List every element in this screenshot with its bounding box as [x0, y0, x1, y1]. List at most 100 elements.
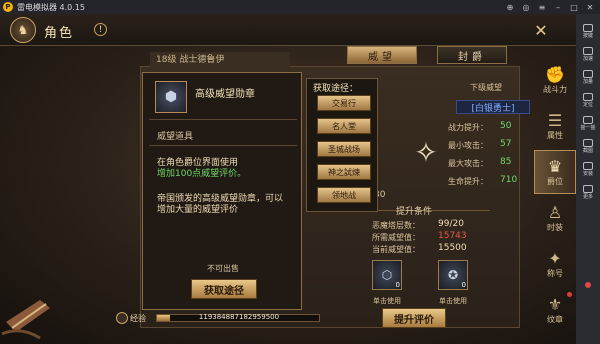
- nav-attributes[interactable]: ☰ 属性: [534, 104, 576, 148]
- volume-icon: [583, 70, 593, 78]
- emu-sidebar-more[interactable]: 更多: [576, 181, 600, 204]
- slot-count: 0: [461, 281, 466, 289]
- notification-dot: [567, 292, 572, 297]
- item-name: 高级威望勋章: [195, 89, 255, 100]
- nav-rank[interactable]: ♛ 爵位: [534, 150, 576, 194]
- nav-label: 时装: [547, 222, 563, 232]
- nav-combat-power[interactable]: ✊ 战斗力: [534, 58, 576, 102]
- emu-sidebar-screenshot[interactable]: 截图: [576, 135, 600, 158]
- nav-label: 属性: [547, 130, 563, 140]
- fashion-icon: ♙: [547, 202, 563, 222]
- promote-button[interactable]: 提升评价: [382, 308, 446, 328]
- emulator-titlebar: P 雷电模拟器 4.0.15 ⊕ ◎ ≡ – □ ✕: [0, 0, 600, 14]
- silver-medal-icon: ⬡: [381, 268, 393, 282]
- experience-value: 119384887182959500: [198, 313, 280, 321]
- nav-label: 爵位: [547, 176, 563, 186]
- next-rank-label: 下级威望: [470, 83, 502, 92]
- gamepad-icon[interactable]: ⊕: [504, 2, 516, 12]
- minimize-icon[interactable]: –: [552, 2, 564, 12]
- fist-icon: ✊: [545, 64, 565, 84]
- emu-sidebar-volume[interactable]: 加量: [576, 66, 600, 89]
- medal-slot-silver[interactable]: ⬡ 0: [372, 260, 402, 290]
- emu-sidebar-location[interactable]: 定位: [576, 89, 600, 112]
- nav-label: 称号: [547, 268, 563, 278]
- nav-titles[interactable]: ✦ 称号: [534, 242, 576, 286]
- condition-value: 99/20: [438, 219, 464, 229]
- emu-sidebar-speed[interactable]: 加速: [576, 43, 600, 66]
- emulator-sidebar: 按键 加速 加量 定位 摇一摇 截图 安装 更多: [576, 14, 600, 344]
- emu-sidebar-record[interactable]: [576, 274, 600, 297]
- emulator-window-controls: ⊕ ◎ ≡ – □ ✕: [504, 0, 600, 14]
- slot-count: 0: [395, 281, 400, 289]
- route-button-auction[interactable]: 交易行: [317, 95, 371, 111]
- avatar[interactable]: ♞: [10, 17, 36, 43]
- record-icon: [585, 282, 591, 288]
- stat-label: 战力提升：: [448, 123, 488, 132]
- emblem-icon: ⚜: [547, 294, 563, 314]
- emulator-logo-icon: P: [3, 2, 13, 12]
- nav-label: 纹章: [547, 314, 563, 324]
- medal-slot-bronze[interactable]: ✪ 0: [438, 260, 468, 290]
- condition-label: 当前威望值：: [372, 245, 420, 254]
- scroll-decoration-icon: [1, 300, 50, 340]
- emu-sidebar-install[interactable]: 安装: [576, 158, 600, 181]
- bronze-medal-icon: ✪: [447, 268, 459, 282]
- route-button-holy-city-battle[interactable]: 圣城战场: [317, 141, 371, 157]
- attributes-icon: ☰: [547, 110, 563, 130]
- stat-value: 57: [500, 139, 512, 149]
- route-button-trial-of-gods[interactable]: 神之試煉: [317, 164, 371, 180]
- route-button-territory-war[interactable]: 领地战: [317, 187, 371, 203]
- slot-label: 单击使用: [439, 297, 467, 305]
- help-icon[interactable]: !: [94, 23, 107, 36]
- more-icon: [583, 185, 593, 193]
- game-screen: ♞ 角色 ! ✕ 威望 封爵 18级 战士德鲁伊 下级威望 [白银勇士] ✧ 战…: [0, 14, 576, 344]
- rank-name: [白银勇士]: [456, 100, 530, 114]
- conditions-title: 提升条件: [396, 207, 433, 217]
- game-header: ♞ 角色 ! ✕: [0, 14, 576, 46]
- rank-emblem-icon: ✧: [414, 135, 438, 169]
- nav-emblem[interactable]: ⚜ 纹章: [534, 288, 576, 332]
- close-icon[interactable]: ✕: [584, 2, 596, 12]
- keymap-icon: [583, 24, 593, 32]
- crown-icon: ♛: [547, 156, 563, 176]
- obtain-routes-panel: 获取途径： 交易行 名人堂 圣城战场 神之試煉 领地战: [306, 78, 378, 212]
- back-icon[interactable]: ✕: [526, 18, 556, 42]
- stat-label: 最小攻击：: [448, 141, 488, 150]
- level-strip: 18级 战士德鲁伊: [150, 52, 290, 68]
- user-icon[interactable]: ◎: [520, 2, 532, 12]
- title-icon: ✦: [548, 248, 562, 268]
- prestige-medal-icon: ⬢: [155, 81, 187, 113]
- tab-title[interactable]: 封爵: [437, 46, 507, 64]
- routes-title: 获取途径：: [313, 84, 359, 94]
- stat-label: 生命提升：: [448, 177, 488, 186]
- stat-value: 50: [500, 121, 512, 131]
- location-icon: [583, 93, 593, 101]
- emulator-title: 雷电模拟器 4.0.15: [17, 2, 85, 12]
- experience-icon: [116, 312, 128, 324]
- experience-bar: 119384887182959500: [156, 313, 320, 322]
- page-title: 角色: [44, 26, 75, 41]
- stat-value: 710: [500, 175, 518, 185]
- emu-sidebar-keymap[interactable]: 按键: [576, 20, 600, 43]
- item-tooltip: ⬢ 高级威望勋章 威望道具 在角色爵位界面使用 增加100点威望评价。 帝国颁发…: [142, 72, 302, 310]
- item-type: 威望道具: [157, 132, 194, 142]
- nav-fashion[interactable]: ♙ 时装: [534, 196, 576, 240]
- menu-icon[interactable]: ≡: [536, 2, 548, 12]
- item-desc-highlight: 增加100点威望评价。: [157, 169, 247, 179]
- nav-label: 战斗力: [543, 84, 567, 94]
- condition-label: 所需威望值：: [372, 233, 420, 242]
- emu-sidebar-shake[interactable]: 摇一摇: [576, 112, 600, 135]
- not-sellable-label: 不可出售: [207, 264, 239, 273]
- slot-label: 单击使用: [373, 297, 401, 305]
- condition-label: 恶魔塔层数：: [372, 221, 420, 230]
- shake-icon: [583, 116, 593, 124]
- route-button-hall-of-fame[interactable]: 名人堂: [317, 118, 371, 134]
- screenshot-icon: [583, 139, 593, 147]
- obtain-route-button[interactable]: 获取途径: [191, 279, 257, 299]
- stat-label: 最大攻击：: [448, 159, 488, 168]
- tab-prestige[interactable]: 威望: [347, 46, 417, 64]
- experience-label: 经验: [130, 314, 146, 323]
- condition-value: 15500: [438, 243, 467, 253]
- maximize-icon[interactable]: □: [568, 2, 580, 12]
- speed-icon: [583, 47, 593, 55]
